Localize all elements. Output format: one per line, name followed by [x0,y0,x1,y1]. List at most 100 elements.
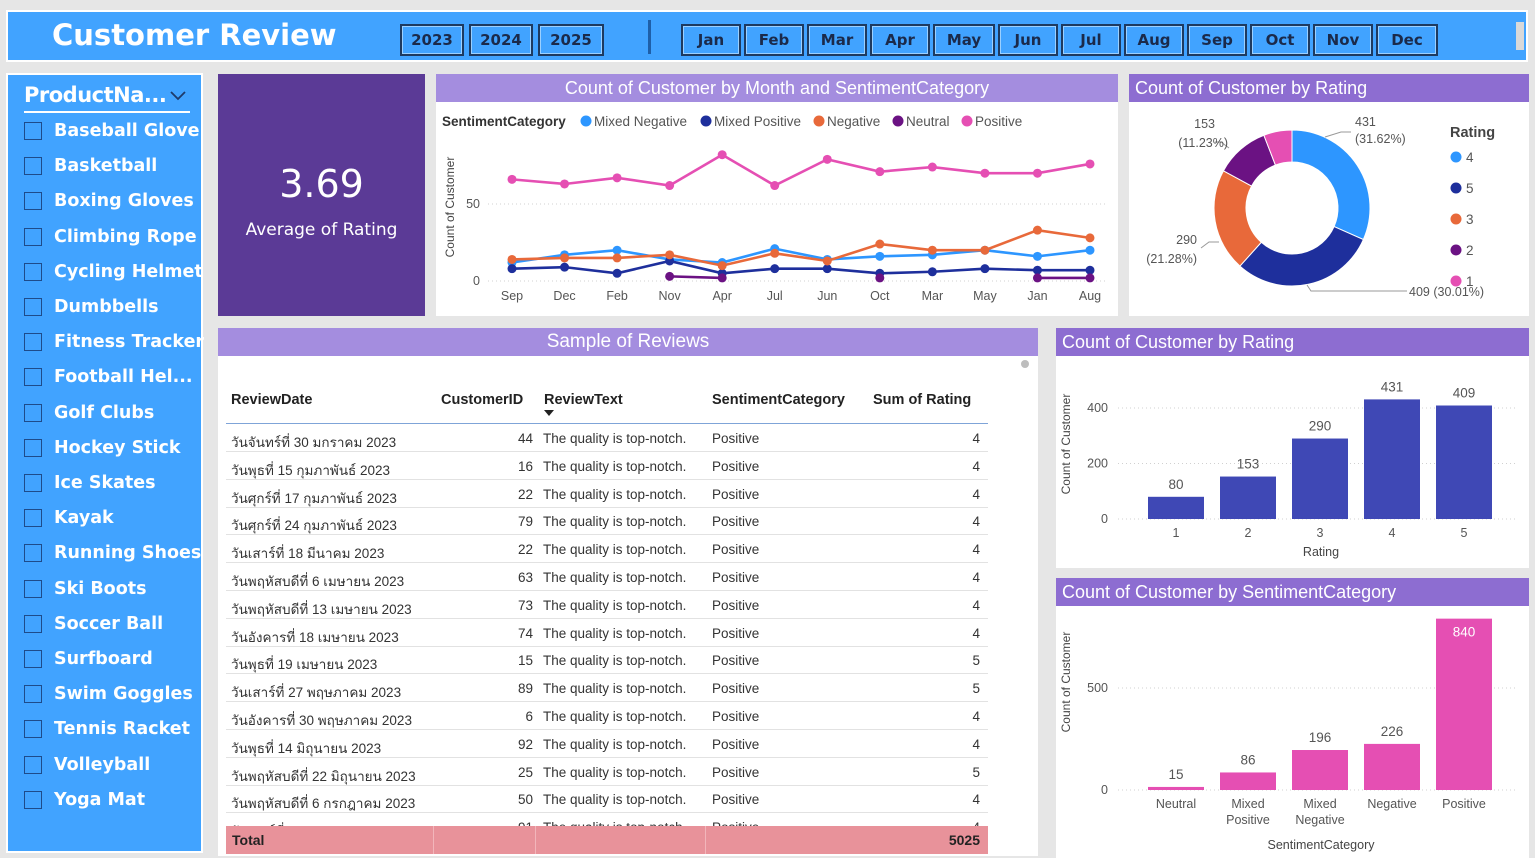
year-button-2023[interactable]: 2023 [400,24,464,56]
month-button-apr[interactable]: Apr [870,24,930,56]
product-option[interactable]: Fitness Tracker [24,327,204,357]
cell-sum-of-rating: 4 [972,792,980,808]
data-point [665,181,675,191]
product-option[interactable]: Kayak [24,503,114,533]
product-option[interactable]: Hockey Stick [24,433,181,463]
month-button-jun[interactable]: Jun [998,24,1058,56]
checkbox[interactable] [24,544,42,563]
product-option[interactable]: Swim Goggles [24,679,193,709]
data-point [560,253,570,263]
product-option[interactable]: Basketball [24,151,157,181]
product-option[interactable]: Ski Boots [24,574,147,604]
legend-label: 3 [1466,212,1474,227]
checkbox[interactable] [24,227,42,246]
cell-sentimentcategory: Positive [712,431,760,446]
month-button-aug[interactable]: Aug [1124,24,1184,56]
product-option[interactable]: Boxing Gloves [24,186,194,216]
checkbox[interactable] [24,157,42,176]
col-header-reviewdate[interactable]: ReviewDate [231,392,312,408]
rating-bar-chart: Count of Customer 0 200 400 80 1 153 2 290 3 431 4 4… [1059,379,1516,559]
table-row[interactable]: วันเสาร์ที่ 27 พฤษภาคม 2023 89 The quality… [226,674,988,703]
product-option[interactable]: Baseball Glove [24,116,200,146]
product-option-label: Soccer Ball [54,613,164,634]
month-button-feb[interactable]: Feb [744,24,804,56]
checkbox[interactable] [24,122,42,140]
checkbox[interactable] [24,685,42,704]
checkbox[interactable] [24,509,42,528]
checkbox[interactable] [24,438,42,457]
product-option[interactable]: Dumbbells [24,292,159,322]
legend-title: Rating [1450,125,1495,141]
donut-slice [1291,129,1371,241]
product-option[interactable]: Surfboard [24,644,153,674]
sort-descending-icon[interactable] [544,410,554,418]
table-row[interactable]: วันจันทร์ที่ 30 มกราคม 2023 44 The quality… [226,424,988,452]
total-cell [706,826,988,854]
table-row[interactable]: วันอังคารที่ 30 พฤษภาคม 2023 6 The quality… [226,702,988,730]
col-header-reviewtext[interactable]: ReviewText [544,392,623,408]
cell-customerid: 22 [517,542,533,558]
checkbox[interactable] [24,720,42,739]
col-header-sum-of-rating[interactable]: Sum of Rating [873,392,971,408]
product-option[interactable]: Cycling Helmet [24,257,203,287]
month-button-jul[interactable]: Jul [1061,24,1121,56]
product-option[interactable]: Climbing Rope [24,222,197,252]
checkbox[interactable] [24,262,42,281]
col-header-customerid[interactable]: CustomerID [441,392,523,408]
month-button-may[interactable]: May [933,24,995,56]
month-button-jan[interactable]: Jan [681,24,741,56]
checkbox[interactable] [24,368,42,387]
table-row[interactable]: วันพฤหัสบดีที่ 6 เมษายน 2023 63 The qualit… [226,563,988,591]
cell-customerid: 25 [517,764,533,780]
month-button-nov[interactable]: Nov [1313,24,1373,56]
checkbox[interactable] [24,403,42,422]
legend-label: 5 [1466,181,1474,196]
table-scrollbar[interactable] [1021,360,1029,368]
product-option[interactable]: Tennis Racket [24,714,190,744]
year-button-2025[interactable]: 2025 [538,24,604,56]
checkbox[interactable] [24,192,42,211]
year-button-2024[interactable]: 2024 [469,24,533,56]
checkbox[interactable] [24,579,42,598]
product-option[interactable]: Yoga Mat [24,785,145,815]
checkbox[interactable] [24,650,42,668]
checkbox[interactable] [24,474,42,492]
table-row[interactable]: วันเสาร์ที่ 15 กรกฎาคม 202391The quality… [226,813,988,826]
table-row[interactable]: วันพุธที่ 19 เมษายน 2023 15 The quality is… [226,646,988,675]
table-row[interactable]: วันพุธที่ 14 มิถุนายน 2023 92 The quality … [226,730,988,758]
data-point [927,245,937,255]
month-button-mar[interactable]: Mar [807,24,867,56]
product-option[interactable]: Running Shoes [24,538,201,568]
product-option[interactable]: Volleyball [24,750,150,780]
data-point [612,173,622,183]
month-button-sep[interactable]: Sep [1187,24,1247,56]
table-row[interactable]: วันศุกร์ที่ 24 กุมภาพันธ์ 2023 79 The qual… [226,507,988,536]
x-tick-label: Neutral [1156,797,1196,811]
checkbox[interactable] [24,614,42,633]
legend-marker [1450,244,1462,256]
chevron-down-icon[interactable] [168,85,188,105]
table-row[interactable]: วันเสาร์ที่ 18 มีนาคม 2023 22 The quality … [226,535,988,564]
cell-sentimentcategory: Positive [712,681,760,697]
month-button-oct[interactable]: Oct [1250,24,1310,56]
product-option[interactable]: Soccer Ball [24,609,163,639]
table-row[interactable]: วันอังคารที่ 18 เมษายน 2023 74 The quality… [226,619,988,647]
table-row[interactable]: วันศุกร์ที่ 17 กุมภาพันธ์ 2023 22 The qual… [226,480,988,508]
table-row[interactable]: วันพฤหัสบดีที่ 22 มิถุนายน 2023 25 The qua… [226,758,988,786]
checkbox[interactable] [24,298,42,316]
product-option[interactable]: Football Hel... [24,362,193,392]
table-row[interactable]: วันพุธที่ 15 กุมภาพันธ์ 2023 16 The qualit… [226,452,988,480]
col-header-sentimentcategory[interactable]: SentimentCategory [712,392,845,408]
checkbox[interactable] [24,333,42,352]
table-row[interactable]: วันพฤหัสบดีที่ 6 กรกฎาคม 2023 50 The quali… [226,785,988,814]
header-scrollbar[interactable] [1516,22,1524,50]
table-row[interactable]: วันพฤหัสบดีที่ 13 เมษายน 2023 73 The quali… [226,591,988,619]
checkbox[interactable] [24,790,42,809]
month-button-dec[interactable]: Dec [1376,24,1438,56]
checkbox[interactable] [24,755,42,774]
cell-reviewdate: วันพุธที่ 15 กุมภาพันธ์ 2023 [231,462,391,478]
x-tick-label: Jun [817,289,837,303]
product-slicer-header[interactable]: ProductNa... [24,83,190,113]
product-option[interactable]: Golf Clubs [24,398,154,428]
product-option[interactable]: Ice Skates [24,468,156,498]
